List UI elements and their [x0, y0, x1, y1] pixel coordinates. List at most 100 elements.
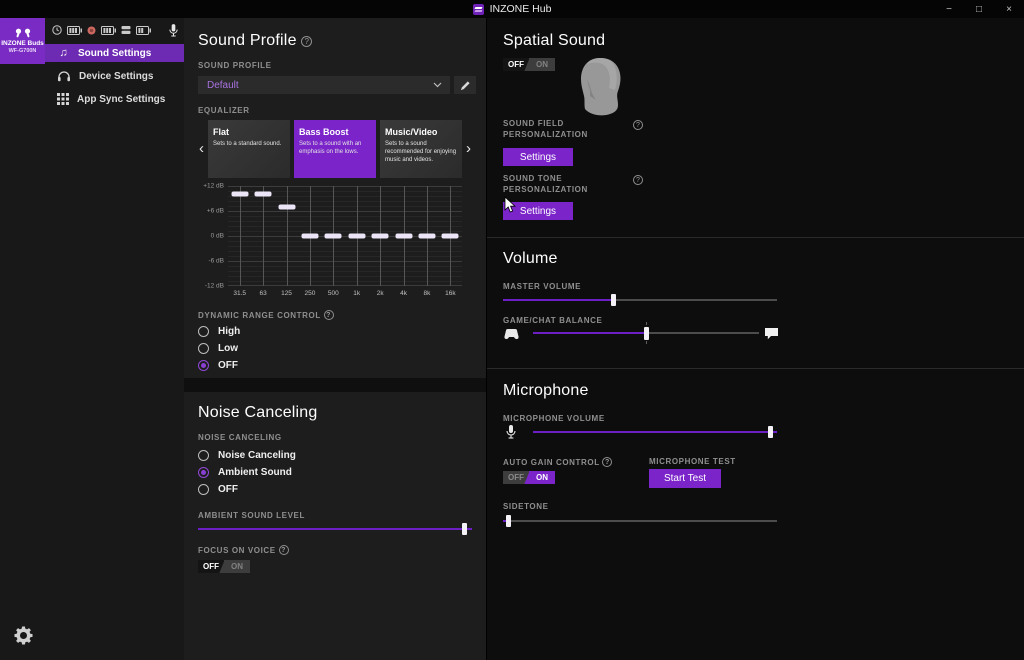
drc-radio-off[interactable]: OFF [198, 360, 238, 371]
edit-profile-button[interactable] [454, 76, 476, 94]
sound-profile-section-label: SOUND PROFILE [198, 61, 272, 70]
eq-band-250[interactable] [298, 186, 321, 286]
microphone-section: Microphone MICROPHONE VOLUME AUTO GAIN C… [487, 368, 1024, 660]
auto-gain-control-toggle[interactable]: OFF ON [503, 471, 555, 484]
eq-preset-flat[interactable]: Flat Sets to a standard sound. [208, 120, 290, 178]
close-button[interactable]: × [994, 0, 1024, 18]
microphone-icon [505, 424, 517, 440]
auto-gain-control-help-icon[interactable] [602, 457, 612, 467]
sound-tone-personalization-label: SOUND TONE PERSONALIZATION [503, 173, 623, 195]
microphone-title: Microphone [503, 382, 589, 400]
microphone-volume-label: MICROPHONE VOLUME [503, 414, 605, 423]
sidebar: INZONE Buds WF-G700N [0, 18, 184, 660]
preset-prev-button[interactable]: ‹ [199, 142, 204, 156]
right-column: Spatial Sound OFF ON SOUND FIELD PERSONA… [486, 18, 1024, 660]
eq-band-31.5[interactable] [228, 186, 251, 286]
eq-ytick: -12 dB [205, 283, 224, 290]
eq-band-label: 63 [251, 290, 274, 297]
eq-band-500[interactable] [322, 186, 345, 286]
minimize-button[interactable]: − [934, 0, 964, 18]
eq-plot [228, 186, 462, 286]
eq-band-label: 125 [275, 290, 298, 297]
eq-handle [348, 234, 365, 239]
focus-on-voice-label: FOCUS ON VOICE [198, 546, 276, 555]
eq-band-label: 8k [415, 290, 438, 297]
eq-handle [301, 234, 318, 239]
eq-handle [255, 192, 272, 197]
game-controller-icon [503, 328, 520, 340]
microphone-test-label: MICROPHONE TEST [649, 457, 736, 466]
eq-band-4k[interactable] [392, 186, 415, 286]
head-model-image [573, 56, 627, 118]
game-chat-balance-slider[interactable] [533, 327, 759, 339]
sound-profile-title: Sound Profile [198, 32, 297, 49]
sidebar-item-device-settings[interactable]: Device Settings [45, 67, 184, 85]
window-title: INZONE Hub [490, 3, 552, 15]
right-earbud-indicator-icon [87, 26, 96, 35]
earbuds-icon [13, 28, 33, 39]
focus-on-voice-help-icon[interactable] [279, 545, 289, 555]
maximize-button[interactable]: □ [964, 0, 994, 18]
eq-ytick: -6 dB [208, 258, 224, 265]
eq-band-label: 1k [345, 290, 368, 297]
eq-band-1k[interactable] [345, 186, 368, 286]
eq-band-125[interactable] [275, 186, 298, 286]
drc-radio-low[interactable]: Low [198, 343, 238, 354]
sound-field-settings-button[interactable]: Settings [503, 148, 573, 166]
sound-field-personalization-label: SOUND FIELD PERSONALIZATION [503, 118, 623, 140]
microphone-status-icon [168, 23, 179, 43]
eq-band-8k[interactable] [415, 186, 438, 286]
spatial-sound-title: Spatial Sound [503, 32, 605, 50]
eq-band-63[interactable] [251, 186, 274, 286]
volume-section: Volume MASTER VOLUME GAME/CHAT BALANCE [487, 237, 1024, 368]
eq-axis: +12 dB+6 dB0 dB-6 dB-12 dB [190, 186, 224, 286]
eq-handle [325, 234, 342, 239]
eq-handle [395, 234, 412, 239]
nc-radio-ambient-sound[interactable]: Ambient Sound [198, 467, 292, 478]
eq-ytick: +12 dB [203, 183, 224, 190]
eq-ytick: 0 dB [211, 233, 224, 240]
chat-bubble-icon [764, 327, 779, 340]
titlebar: INZONE Hub − □ × [0, 0, 1024, 18]
battery-status-row [52, 25, 151, 35]
eq-band-16k[interactable] [439, 186, 462, 286]
noise-canceling-title: Noise Canceling [198, 404, 318, 422]
eq-band-label: 31.5 [228, 290, 251, 297]
start-test-button[interactable]: Start Test [649, 469, 721, 488]
sound-profile-value: Default [198, 80, 433, 91]
spatial-sound-toggle[interactable]: OFF ON [503, 58, 555, 71]
eq-labels: 31.5631252505001k2k4k8k16k [228, 290, 462, 297]
preset-next-button[interactable]: › [466, 142, 471, 156]
settings-gear-button[interactable] [14, 626, 34, 646]
ambient-sound-level-slider[interactable] [198, 523, 472, 535]
sound-profile-help-icon[interactable] [301, 36, 312, 47]
sidebar-item-app-sync-settings[interactable]: App Sync Settings [45, 90, 184, 108]
eq-preset-bass-boost[interactable]: Bass Boost Sets to a sound with an empha… [294, 120, 376, 178]
eq-handle [418, 234, 435, 239]
eq-band-label: 2k [368, 290, 391, 297]
ambient-sound-level-label: AMBIENT SOUND LEVEL [198, 511, 305, 520]
sidetone-slider[interactable] [503, 515, 777, 527]
nc-radio-noise-canceling[interactable]: Noise Canceling [198, 450, 296, 461]
drc-radio-high[interactable]: High [198, 326, 240, 337]
sidebar-item-sound-settings[interactable]: ♫ Sound Settings [45, 44, 184, 62]
nc-radio-off[interactable]: OFF [198, 484, 238, 495]
drc-help-icon[interactable] [324, 310, 334, 320]
eq-preset-music-video[interactable]: Music/Video Sets to a sound recommended … [380, 120, 462, 178]
clock-icon [52, 25, 62, 35]
noise-canceling-section-label: NOISE CANCELING [198, 433, 282, 442]
volume-title: Volume [503, 250, 558, 268]
eq-band-2k[interactable] [368, 186, 391, 286]
pencil-icon [460, 80, 471, 91]
case-icon [121, 25, 131, 35]
master-volume-slider[interactable] [503, 294, 777, 306]
focus-on-voice-toggle[interactable]: OFF ON [198, 560, 250, 573]
microphone-volume-slider[interactable] [533, 426, 777, 438]
eq-handle [442, 234, 459, 239]
music-note-icon: ♫ [57, 47, 70, 59]
grid-icon [57, 93, 69, 105]
sound-tone-help-icon[interactable] [633, 175, 643, 185]
spatial-sound-section: Spatial Sound OFF ON SOUND FIELD PERSONA… [487, 18, 1024, 237]
sound-field-help-icon[interactable] [633, 120, 643, 130]
sound-profile-dropdown[interactable]: Default [198, 76, 450, 94]
